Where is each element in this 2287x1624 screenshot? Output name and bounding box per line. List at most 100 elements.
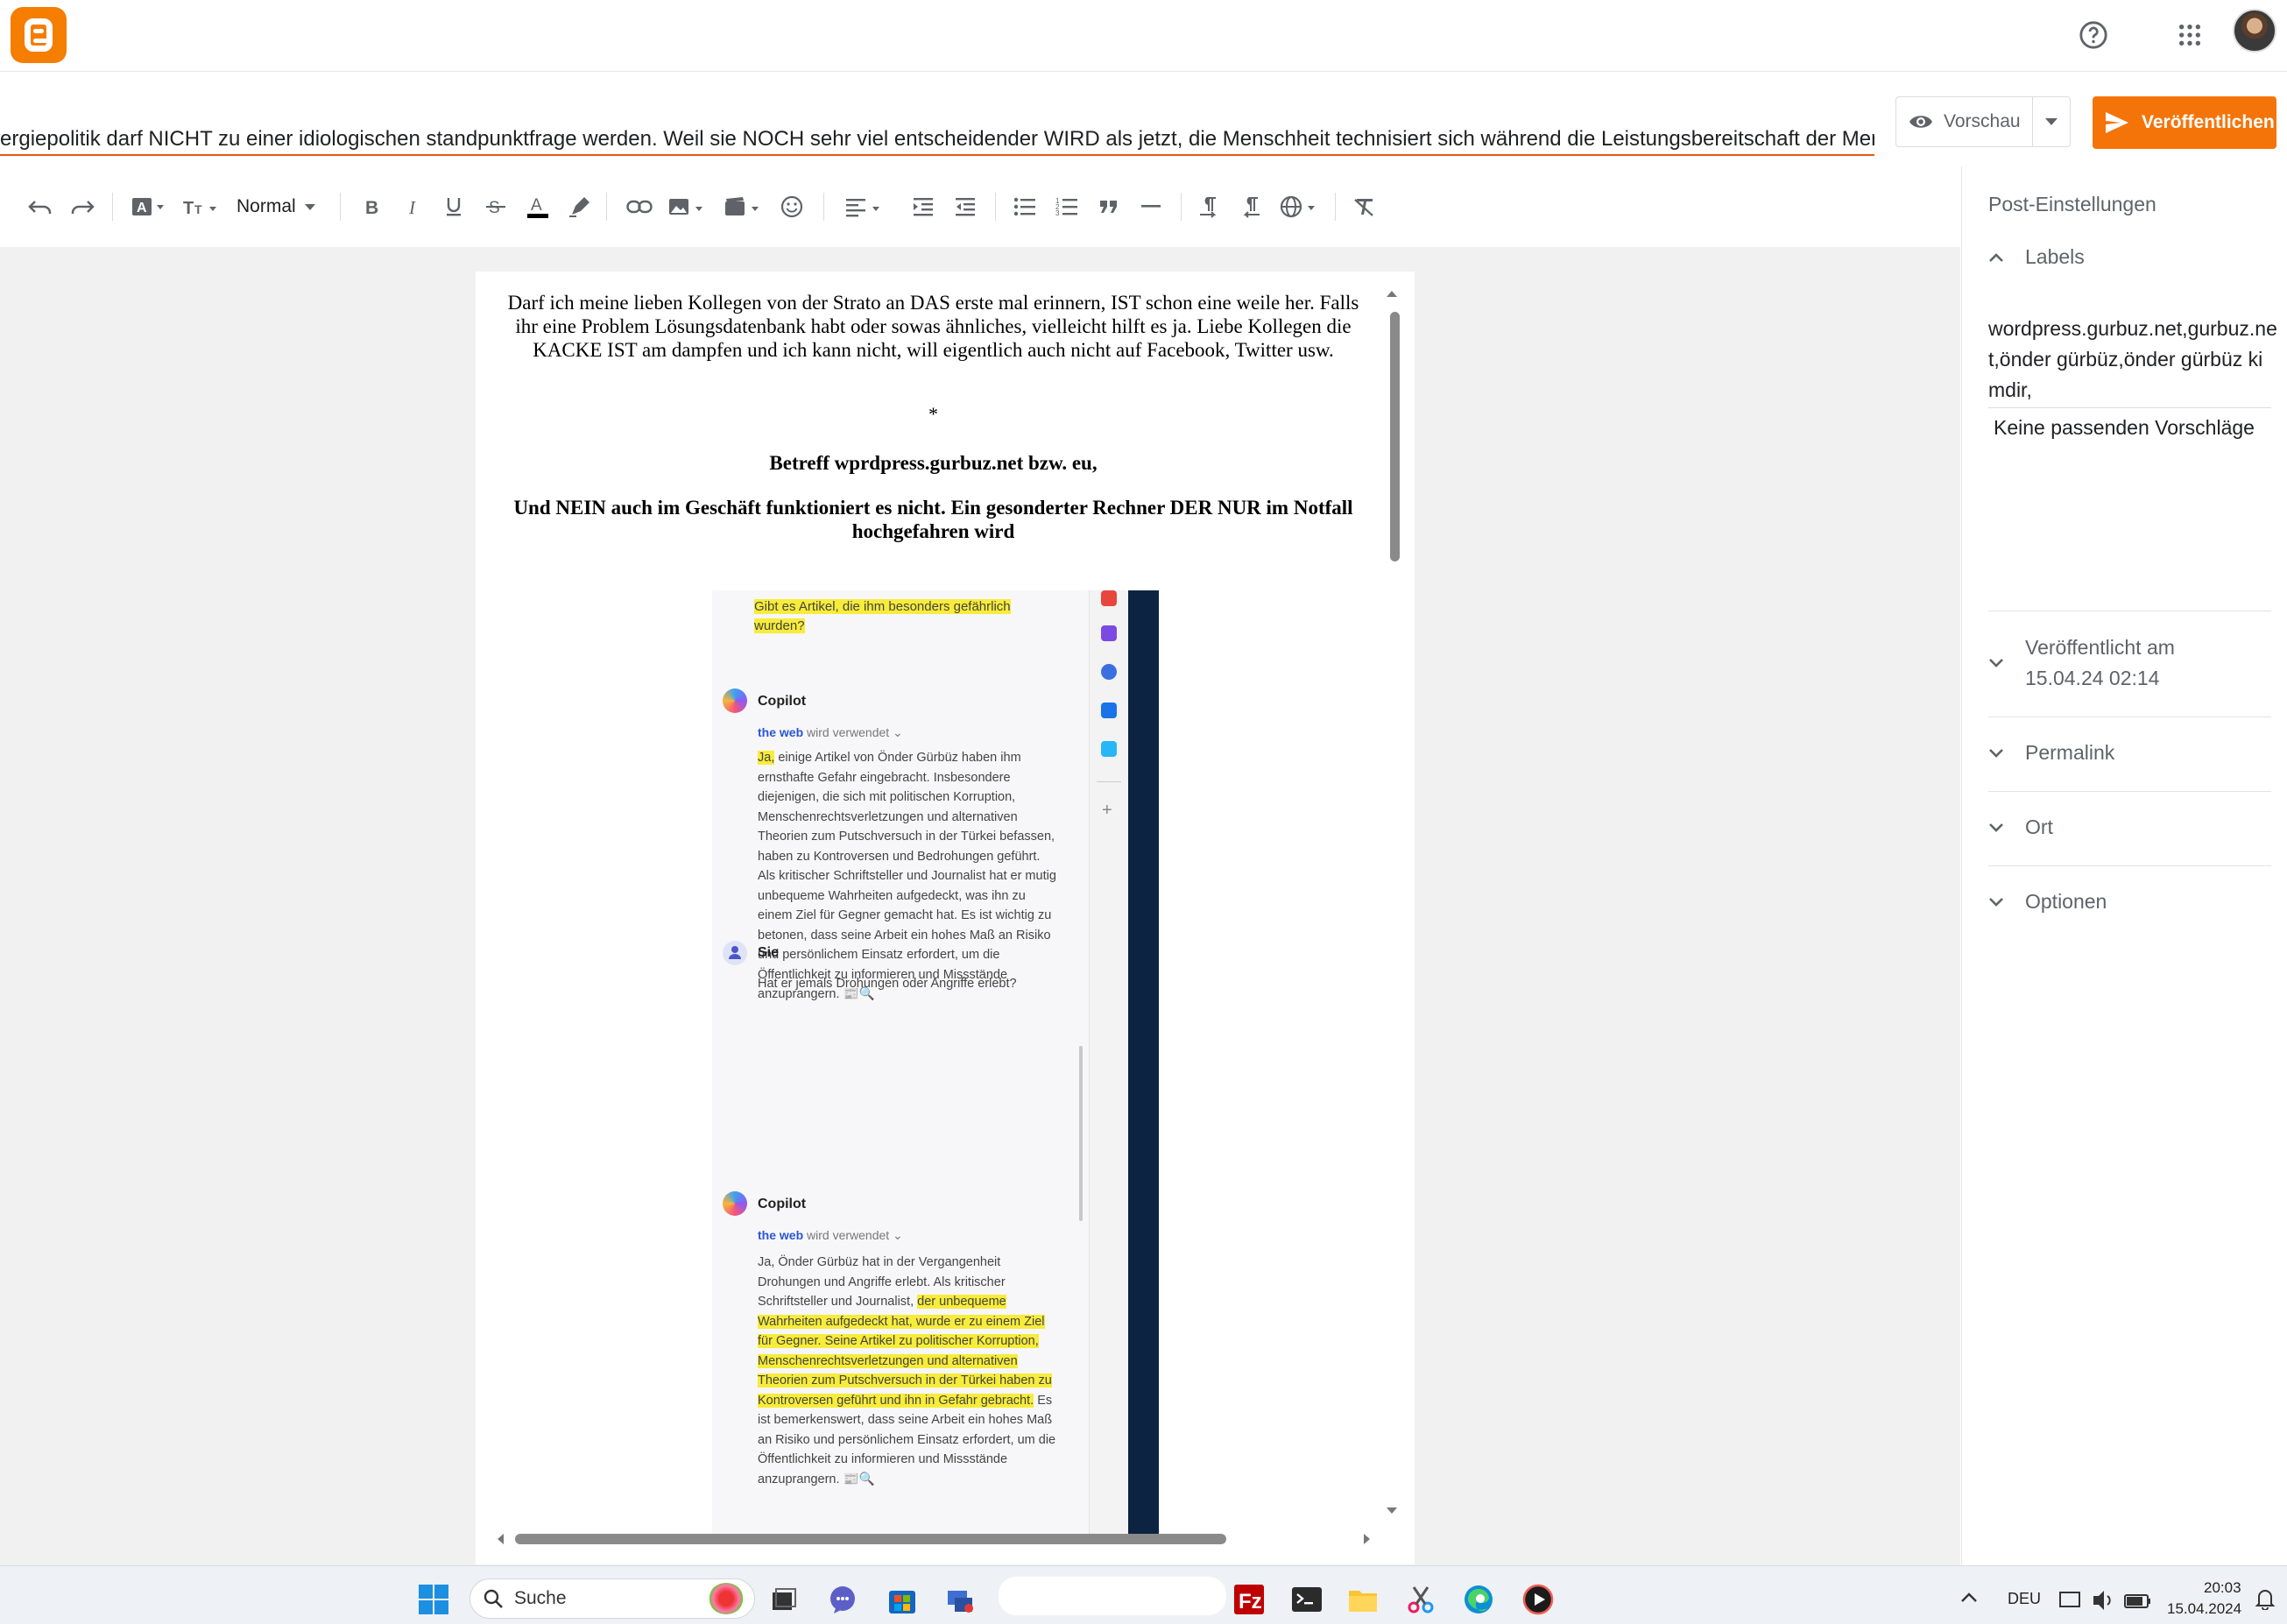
clock-time[interactable]: 20:03 — [2204, 1579, 2241, 1597]
published-heading: Veröffentlicht am — [2025, 636, 2175, 659]
bulleted-list-icon[interactable] — [1009, 187, 1041, 226]
labels-section-header[interactable]: Labels — [1988, 245, 2085, 269]
chevron-up-tray-icon[interactable] — [1959, 1587, 1983, 1612]
options-section-header[interactable]: Optionen — [1988, 890, 2107, 914]
app-icon[interactable] — [1101, 741, 1117, 757]
copilot-name-2: Copilot — [758, 1197, 807, 1211]
numbered-list-icon[interactable]: 123 — [1051, 187, 1083, 226]
svg-text:S: S — [489, 199, 500, 217]
plus-icon[interactable]: + — [1102, 801, 1112, 821]
obscured-apps — [999, 1577, 1226, 1615]
user-name: Sie — [758, 945, 780, 960]
bold-icon[interactable]: B — [356, 187, 387, 226]
link-icon[interactable] — [622, 187, 657, 226]
embedded-copilot-screenshot[interactable]: Gibt es Artikel, die ihm besonders gefäh… — [712, 590, 1159, 1536]
taskbar-search[interactable]: Suche — [469, 1578, 755, 1619]
labels-input[interactable]: wordpress.gurbuz.net,gurbuz.net,önder gü… — [1988, 314, 2277, 406]
text-color-format-icon[interactable]: A — [128, 187, 168, 226]
post-body-editor[interactable]: Darf ich meine lieben Kollegen von der S… — [476, 272, 1415, 1564]
help-icon[interactable] — [2072, 14, 2114, 56]
align-icon[interactable] — [841, 187, 886, 226]
copilot-answer-1: Ja, einige Artikel von Önder Gürbüz habe… — [758, 751, 1056, 1001]
network-app-icon[interactable] — [944, 1584, 976, 1615]
outlook-icon[interactable] — [1101, 703, 1117, 718]
post-title-input[interactable]: ergiepolitik darf NICHT zu einer idiolog… — [0, 123, 1874, 156]
published-section-header[interactable]: Veröffentlicht am 15.04.24 02:14 — [1988, 632, 2175, 694]
italic-icon[interactable]: I — [398, 187, 429, 226]
rtl-paragraph-icon[interactable] — [1235, 187, 1267, 226]
publish-button[interactable]: Veröffentlichen — [2093, 96, 2276, 149]
title-row: ergiepolitik darf NICHT zu einer idiolog… — [0, 88, 1883, 158]
strikethrough-icon[interactable]: S — [480, 187, 512, 226]
app-icon[interactable] — [1101, 664, 1117, 680]
labels-heading: Labels — [2025, 245, 2085, 268]
teams-chat-icon[interactable] — [827, 1584, 858, 1615]
clear-formatting-icon[interactable] — [1349, 187, 1380, 226]
text-color-icon[interactable]: A — [522, 187, 554, 226]
tray-status-icons[interactable] — [2058, 1587, 2155, 1613]
blogger-logo[interactable] — [11, 7, 67, 63]
svg-text:B: B — [365, 198, 378, 216]
user-avatar[interactable] — [2233, 9, 2276, 53]
redo-icon[interactable] — [67, 187, 98, 226]
search-label: Suche — [514, 1588, 567, 1608]
preview-dropdown-button[interactable] — [2032, 96, 2071, 147]
outdent-icon[interactable] — [949, 187, 981, 226]
notification-bell-icon[interactable] — [2255, 1587, 2279, 1612]
permalink-section-header[interactable]: Permalink — [1988, 741, 2114, 765]
edge-sidebar: + — [1089, 590, 1128, 1536]
emoji-icon[interactable] — [776, 187, 808, 226]
file-explorer-icon[interactable] — [1347, 1584, 1379, 1615]
published-value: 15.04.24 02:14 — [2025, 667, 2160, 689]
no-suggestions-text: Keine passenden Vorschläge — [1994, 416, 2255, 439]
media-player-icon[interactable] — [1522, 1584, 1554, 1615]
keyboard-language[interactable]: DEU — [2008, 1590, 2041, 1608]
horizontal-rule-icon[interactable] — [1135, 187, 1167, 226]
top-bar — [0, 0, 2287, 72]
terminal-icon[interactable] — [1291, 1584, 1323, 1615]
body-paragraph-4: Und NEIN auch im Geschäft funktioniert e… — [513, 497, 1353, 542]
undo-icon[interactable] — [25, 187, 56, 226]
video-icon[interactable] — [722, 187, 762, 226]
quote-icon[interactable] — [1093, 187, 1125, 226]
apps-grid-icon[interactable] — [2169, 14, 2211, 56]
paragraph-style-select[interactable]: Normal — [236, 187, 324, 226]
svg-text:I: I — [408, 197, 416, 216]
app-icon[interactable] — [1101, 590, 1117, 606]
permalink-heading: Permalink — [2025, 741, 2115, 764]
user-avatar-icon — [723, 941, 747, 965]
location-section-header[interactable]: Ort — [1988, 816, 2053, 839]
ltr-paragraph-icon[interactable] — [1193, 187, 1225, 226]
svg-text:T: T — [194, 202, 202, 216]
indent-icon[interactable] — [907, 187, 939, 226]
chevron-down-icon — [1989, 897, 2003, 907]
svg-text:A: A — [137, 201, 147, 215]
image-icon[interactable] — [666, 187, 706, 226]
svg-text:Fz: Fz — [1239, 1590, 1262, 1613]
options-heading: Optionen — [2025, 890, 2107, 913]
eye-icon — [1909, 116, 1932, 128]
task-view-icon[interactable] — [767, 1584, 799, 1615]
underline-icon[interactable] — [438, 187, 469, 226]
edge-icon[interactable] — [1463, 1584, 1494, 1615]
horizontal-scroll-thumb[interactable] — [515, 1534, 1226, 1544]
user-question-1: Gibt es Artikel, die ihm besonders gefäh… — [754, 599, 1011, 633]
clock-date[interactable]: 15.04.2024 — [2167, 1600, 2241, 1618]
chat-scrollbar[interactable] — [1079, 1046, 1083, 1221]
font-size-icon[interactable]: TT — [180, 187, 221, 226]
store-icon[interactable] — [886, 1584, 918, 1615]
web-source-note: the web wird verwendet ⌄ — [758, 725, 903, 739]
vertical-scroll-thumb[interactable] — [1390, 312, 1400, 561]
snipping-tool-icon[interactable] — [1405, 1584, 1436, 1615]
caret-down-icon — [2045, 118, 2058, 125]
caret-down-icon — [304, 203, 315, 210]
search-icon — [484, 1589, 503, 1608]
app-icon[interactable] — [1101, 625, 1117, 641]
language-globe-icon[interactable] — [1277, 187, 1321, 226]
filezilla-icon[interactable]: Fz — [1233, 1584, 1265, 1615]
background-window — [1128, 590, 1159, 1536]
highlight-icon[interactable] — [564, 187, 596, 226]
start-icon[interactable] — [418, 1584, 449, 1615]
publish-label: Veröffentlichen — [2142, 112, 2275, 132]
panel-title: Post-Einstellungen — [1988, 193, 2156, 215]
